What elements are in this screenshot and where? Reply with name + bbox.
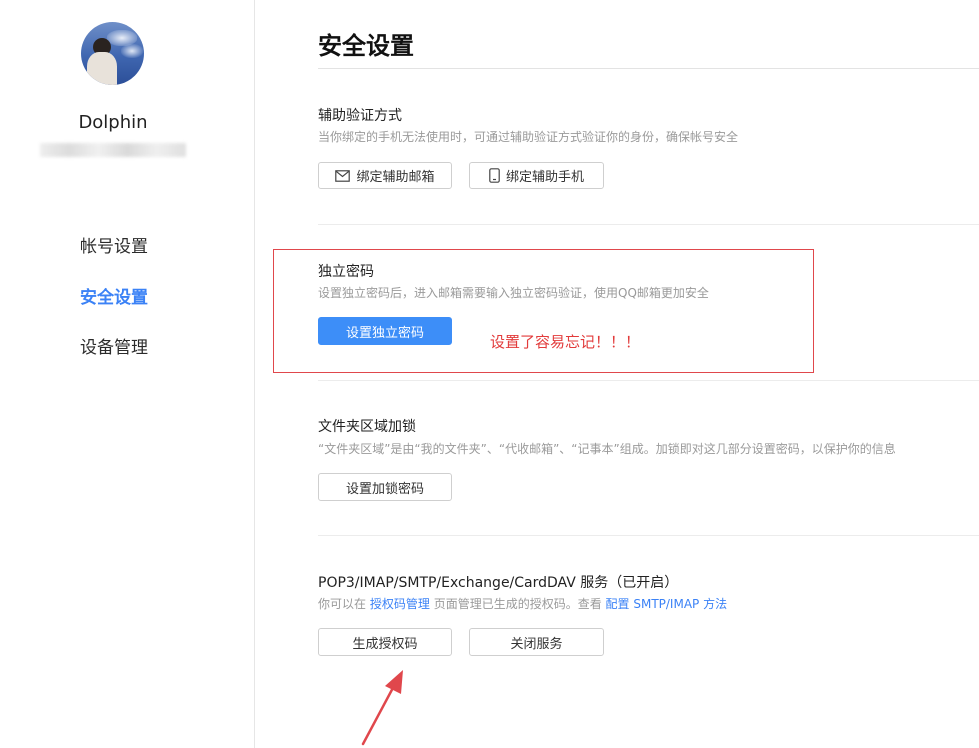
nav-item-device-management[interactable]: 设备管理: [80, 333, 148, 358]
auth-code-management-link[interactable]: 授权码管理: [370, 597, 430, 611]
envelope-icon: [335, 169, 351, 182]
nav-item-security-settings[interactable]: 安全设置: [80, 283, 148, 308]
bind-auxiliary-phone-label: 绑定辅助手机: [505, 170, 584, 185]
generate-auth-code-label: 生成授权码: [352, 636, 418, 652]
service-desc-prefix: 你可以在: [318, 597, 367, 611]
red-arrow-annotation: [361, 670, 403, 746]
avatar-cloud: [121, 44, 143, 58]
sidebar: Dolphin 帐号设置 安全设置 设备管理: [0, 0, 255, 748]
nav-item-account-settings[interactable]: 帐号设置: [80, 232, 148, 257]
page-title: 安全设置: [318, 32, 414, 60]
generate-auth-code-button[interactable]: 生成授权码: [318, 628, 452, 656]
section-title-folder-lock: 文件夹区域加锁: [318, 419, 416, 435]
avatar-person-body: [87, 52, 117, 85]
section-desc-service: 你可以在 授权码管理 页面管理已生成的授权码。查看 配置 SMTP/IMAP 方…: [318, 595, 727, 612]
section-title-service: POP3/IMAP/SMTP/Exchange/CardDAV 服务（已开启）: [318, 575, 679, 591]
section-desc-folder-lock: “文件夹区域”是由“我的文件夹”、“代收邮箱”、“记事本”组成。加锁即对这几部分…: [318, 442, 896, 456]
bind-auxiliary-phone-button[interactable]: 绑定辅助手机: [469, 162, 604, 189]
annotation-highlight-box: [273, 249, 814, 373]
section-title-auxiliary: 辅助验证方式: [318, 108, 402, 124]
section-divider: [318, 224, 979, 225]
configure-smtp-imap-link[interactable]: 配置 SMTP/IMAP 方法: [606, 597, 728, 611]
section-divider: [318, 380, 979, 381]
close-service-button[interactable]: 关闭服务: [469, 628, 604, 656]
title-divider: [318, 68, 979, 69]
close-service-label: 关闭服务: [510, 636, 563, 652]
security-settings-page: Dolphin 帐号设置 安全设置 设备管理 安全设置 辅助验证方式 当你绑定的…: [0, 0, 979, 748]
avatar[interactable]: [81, 22, 144, 85]
section-divider: [318, 535, 979, 536]
bind-auxiliary-email-label: 绑定辅助邮箱: [356, 170, 435, 185]
redacted-account-id: [40, 143, 186, 157]
set-lock-password-label: 设置加锁密码: [345, 481, 424, 497]
section-desc-auxiliary: 当你绑定的手机无法使用时，可通过辅助验证方式验证你的身份，确保帐号安全: [318, 130, 739, 144]
annotation-note: 设置了容易忘记！！！: [490, 333, 641, 351]
set-lock-password-button[interactable]: 设置加锁密码: [318, 473, 452, 501]
mobile-phone-icon: [489, 168, 500, 183]
bind-auxiliary-email-button[interactable]: 绑定辅助邮箱: [318, 162, 452, 189]
username: Dolphin: [78, 112, 148, 133]
service-desc-middle: 页面管理已生成的授权码。查看: [433, 597, 602, 611]
